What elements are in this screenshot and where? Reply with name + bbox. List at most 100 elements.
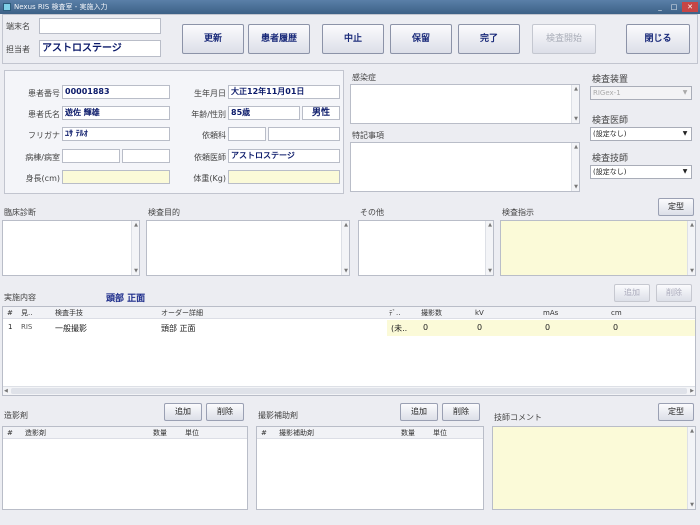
weight-label: 体重(Kg) <box>193 174 226 183</box>
exam-purpose-label: 検査目的 <box>148 208 180 217</box>
exam-tech-select[interactable]: (設定なし) ▼ <box>590 165 692 179</box>
terminal-field[interactable] <box>39 18 161 34</box>
requesting-doctor-label: 依頼医師 <box>194 153 226 162</box>
scroll-right-icon[interactable]: ▶ <box>690 387 694 395</box>
infection-scrollbar[interactable]: ▲ ▼ <box>571 85 579 123</box>
other-textarea[interactable]: ▲ ▼ <box>358 220 494 276</box>
aux-col-unit: 単位 <box>433 429 447 437</box>
col-header-device: ﾃﾞ.. <box>389 309 401 317</box>
cancel-button[interactable]: 中止 <box>322 24 384 54</box>
row-device[interactable]: (未.. <box>391 323 407 334</box>
minimize-button[interactable]: _ <box>654 2 666 12</box>
hold-button[interactable]: 保留 <box>390 24 452 54</box>
contrast-col-qty: 数量 <box>153 429 167 437</box>
terminal-label: 端末名 <box>6 22 30 31</box>
performed-horizontal-scrollbar[interactable]: ◀ ▶ <box>3 386 695 395</box>
aux-col-qty: 数量 <box>401 429 415 437</box>
department-label: 依頼科 <box>202 131 226 140</box>
tech-comment-scrollbar[interactable]: ▲ ▼ <box>687 427 695 509</box>
exam-instruction-textarea[interactable]: ▲ ▼ <box>500 220 696 276</box>
instruction-scrollbar[interactable]: ▲ ▼ <box>687 221 695 275</box>
special-notes-label: 特記事項 <box>352 131 384 140</box>
refresh-button[interactable]: 更新 <box>182 24 244 54</box>
aux-table-header: # 撮影補助剤 数量 単位 <box>257 427 483 439</box>
sex-field: 男性 <box>302 106 340 120</box>
patient-name-label: 患者氏名 <box>28 110 60 119</box>
aux-add-button[interactable]: 追加 <box>400 403 438 421</box>
maximize-button[interactable]: □ <box>668 2 680 12</box>
performed-summary: 頭部 正面 <box>106 294 146 304</box>
weight-input[interactable] <box>228 170 340 184</box>
performed-table: # 見.. 検査手技 オーダー詳細 ﾃﾞ.. 撮影数 kV mAs cm 1 R… <box>2 306 696 396</box>
aux-delete-button[interactable]: 削除 <box>442 403 480 421</box>
row-cm[interactable]: 0 <box>613 323 618 332</box>
exam-tech-value: (設定なし) <box>593 168 627 176</box>
room-field <box>122 149 170 163</box>
contrast-delete-button[interactable]: 削除 <box>206 403 244 421</box>
contrast-col-unit: 単位 <box>185 429 199 437</box>
exam-doctor-label: 検査医師 <box>592 116 629 126</box>
exam-doctor-select[interactable]: (設定なし) ▼ <box>590 127 692 141</box>
birthdate-label: 生年月日 <box>194 89 226 98</box>
contrast-table: # 造影剤 数量 単位 <box>2 426 248 510</box>
birthdate-field: 大正12年11月01日 <box>228 85 340 99</box>
patient-name-field: 遊佐 輝雄 <box>62 106 170 120</box>
clinical-diagnosis-label: 臨床診断 <box>4 208 36 217</box>
performed-delete-button[interactable]: 削除 <box>656 284 692 302</box>
col-header-technique: 検査手技 <box>55 309 83 317</box>
instruction-template-button[interactable]: 定型 <box>658 198 694 216</box>
table-row[interactable]: 1 RIS 一般撮影 頭部 正面 (未.. 0 0 0 0 <box>3 320 695 336</box>
contrast-label: 造影剤 <box>4 411 28 420</box>
aux-col-index: # <box>261 429 267 437</box>
col-header-view: 見.. <box>21 309 33 317</box>
chevron-down-icon: ▼ <box>682 168 688 175</box>
chevron-down-icon: ▼ <box>682 130 688 137</box>
app-icon <box>3 3 11 11</box>
performed-add-button[interactable]: 追加 <box>614 284 650 302</box>
row-kv[interactable]: 0 <box>477 323 482 332</box>
col-header-cm: cm <box>611 309 622 317</box>
other-scrollbar[interactable]: ▲ ▼ <box>485 221 493 275</box>
age-sex-label: 年齢/性別 <box>191 110 226 119</box>
row-shots[interactable]: 0 <box>423 323 428 332</box>
tech-comment-textarea[interactable]: ▲ ▼ <box>492 426 696 510</box>
start-exam-button[interactable]: 検査開始 <box>532 24 596 54</box>
row-index: 1 <box>8 323 13 331</box>
contrast-table-header: # 造影剤 数量 単位 <box>3 427 247 439</box>
performed-table-header: # 見.. 検査手技 オーダー詳細 ﾃﾞ.. 撮影数 kV mAs cm <box>3 307 695 319</box>
scroll-left-icon[interactable]: ◀ <box>4 387 8 395</box>
chevron-down-icon: ▼ <box>682 89 688 96</box>
col-header-kv: kV <box>475 309 484 317</box>
exam-purpose-textarea[interactable]: ▲ ▼ <box>146 220 350 276</box>
row-mas[interactable]: 0 <box>545 323 550 332</box>
close-window-button[interactable]: ✕ <box>682 2 698 12</box>
clinical-diagnosis-textarea[interactable]: ▲ ▼ <box>2 220 140 276</box>
special-notes-scrollbar[interactable]: ▲ ▼ <box>571 143 579 191</box>
title-bar: Nexus RIS 検査室 - 実施入力 _ □ ✕ <box>0 0 700 14</box>
tech-comment-template-button[interactable]: 定型 <box>658 403 694 421</box>
purpose-scrollbar[interactable]: ▲ ▼ <box>341 221 349 275</box>
aux-table: # 撮影補助剤 数量 単位 <box>256 426 484 510</box>
department-name-field <box>268 127 340 141</box>
requesting-doctor-field: アストロステージ <box>228 149 340 163</box>
operator-label: 担当者 <box>6 45 30 54</box>
kana-field: ﾕｻ ﾃﾙｵ <box>62 127 170 141</box>
special-notes-textarea[interactable]: ▲ ▼ <box>350 142 580 192</box>
device-select[interactable]: RIGex-1 ▼ <box>590 86 692 100</box>
col-header-shots: 撮影数 <box>421 309 442 317</box>
contrast-col-agent: 造影剤 <box>25 429 46 437</box>
complete-button[interactable]: 完了 <box>458 24 520 54</box>
device-label: 検査装置 <box>592 75 629 85</box>
contrast-col-index: # <box>7 429 13 437</box>
clinical-scrollbar[interactable]: ▲ ▼ <box>131 221 139 275</box>
contrast-add-button[interactable]: 追加 <box>164 403 202 421</box>
height-input[interactable] <box>62 170 170 184</box>
close-button[interactable]: 閉じる <box>626 24 690 54</box>
infection-textarea[interactable]: ▲ ▼ <box>350 84 580 124</box>
scroll-thumb[interactable] <box>11 388 687 394</box>
editable-cells-bg <box>387 320 695 336</box>
patient-history-button[interactable]: 患者履歴 <box>248 24 310 54</box>
exam-instruction-label: 検査指示 <box>502 208 534 217</box>
patient-id-field: 00001883 <box>62 85 170 99</box>
col-header-order-detail: オーダー詳細 <box>161 309 203 317</box>
